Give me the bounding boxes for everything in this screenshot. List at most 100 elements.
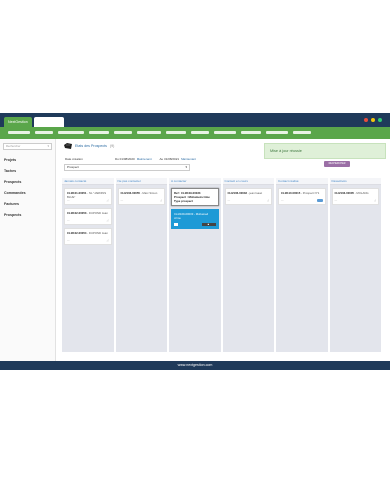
column-title: Ne pas contacter — [115, 178, 167, 185]
card-ref: CLI2103-00005 — [334, 191, 354, 195]
prospect-card-dragging[interactable]: CLI2109-00033 - Mohamed crime ■ — [171, 209, 219, 229]
prospects-icon — [64, 143, 72, 149]
prospect-card[interactable]: CLI2102-00054 - DUPOND Jean — ◿ — [64, 228, 112, 245]
sidebar-item-factures[interactable]: Factures — [0, 199, 55, 210]
close-window-dot[interactable] — [364, 118, 368, 122]
sidebar-item-commandes[interactable]: Commandes — [0, 188, 55, 199]
sidebar-search-placeholder: Rechercher — [6, 144, 21, 148]
prospect-card[interactable]: CLI2106-00033 - jean Isaac — ◿ — [224, 188, 272, 205]
menu-item-11[interactable] — [266, 131, 288, 134]
success-toast: Mise à jour réussie — [264, 143, 386, 159]
column-jamais-contacte: Jamais contacté CLI2101-00051 - NL "JARD… — [62, 178, 114, 352]
footer-bar: www.nextgestion.com — [0, 361, 390, 370]
footer-url[interactable]: www.nextgestion.com — [178, 363, 213, 367]
card-action-left[interactable] — [174, 223, 178, 226]
card-foot: — — [334, 199, 338, 202]
card-ref: CLI2106-00033 — [227, 191, 247, 195]
column-a-contacter: A contacter Ref : CLI2109-00033 Prospect… — [169, 178, 221, 352]
column-title: A contacter — [169, 178, 221, 185]
date-from-field[interactable]: Du 01/08/2020 — [115, 157, 135, 161]
type-select[interactable]: Prospect ▾ — [64, 164, 190, 171]
card-text: - Marc Simon — [139, 191, 158, 195]
column-contact-realise: Contact réalisé CLI2110-00015 - Prospect… — [276, 178, 328, 352]
card-text: - DUPOND Jean — [86, 211, 108, 215]
card-foot: — — [120, 199, 124, 202]
menu-item-4[interactable] — [89, 131, 109, 134]
card-foot: — — [227, 199, 231, 202]
card-menu-icon[interactable]: ◿ — [374, 199, 376, 202]
card-text-2: Type prospect — [174, 199, 193, 203]
status-badge — [316, 199, 323, 202]
app-tab[interactable]: NextGestion — [4, 117, 32, 127]
menu-item-12[interactable] — [293, 131, 311, 134]
card-menu-icon[interactable]: ◿ — [107, 219, 109, 222]
window-controls — [364, 118, 382, 122]
column-title: Contact en cours — [222, 178, 274, 185]
card-text: - Prospect N°1 — [300, 191, 320, 195]
card-menu-icon[interactable]: ◿ — [267, 199, 269, 202]
menu-item-9[interactable] — [214, 131, 236, 134]
date-to-field[interactable]: Au 31/08/2021 — [160, 157, 180, 161]
card-ref: CLI2102-00054 — [67, 231, 87, 235]
menu-item-8[interactable] — [191, 131, 209, 134]
sidebar: Rechercher ▾ Projets Taches Prospects Co… — [0, 139, 56, 361]
prospect-card-selected[interactable]: Ref : CLI2109-00033 Prospect : Mohamed.c… — [171, 188, 219, 206]
prospect-card[interactable]: CLI2102-00053 - DUPOND Jean — ◿ — [64, 208, 112, 225]
card-ref: CLI2103-00055 — [120, 191, 140, 195]
column-desactives: Désactivés CLI2103-00005 - MOLANG — ◿ — [329, 178, 381, 352]
sidebar-search-input[interactable]: Rechercher ▾ — [3, 143, 52, 150]
sidebar-item-prospects[interactable]: Prospects — [0, 177, 55, 188]
main-menu — [8, 131, 311, 134]
card-foot: — — [67, 199, 70, 202]
main-content: Etats des Prospects (9) Date création Du… — [57, 139, 390, 361]
card-menu-icon[interactable]: ◿ — [107, 239, 109, 242]
sidebar-item-taches[interactable]: Taches — [0, 166, 55, 177]
card-foot: — — [67, 219, 70, 222]
date-to-now-link[interactable]: Maintenant — [181, 157, 196, 161]
minimize-window-dot[interactable] — [371, 118, 375, 122]
menu-item-5[interactable] — [114, 131, 132, 134]
column-ne-pas-contacter: Ne pas contacter CLI2103-00055 - Marc Si… — [115, 178, 167, 352]
date-from-now-link[interactable]: Maintenant — [137, 157, 152, 161]
page-title: Etats des Prospects (9) — [64, 143, 114, 149]
card-text: - DUPOND Jean — [86, 231, 108, 235]
column-contact-en-cours: Contact en cours CLI2106-00033 - jean Is… — [222, 178, 274, 352]
menu-item-7[interactable] — [166, 131, 186, 134]
prospect-count: (9) — [109, 144, 115, 148]
date-filter-label: Date création — [65, 157, 83, 161]
menu-item-3[interactable] — [58, 131, 84, 134]
menu-item-6[interactable] — [137, 131, 161, 134]
column-title: Contact réalisé — [276, 178, 328, 185]
card-text: - jean Isaac — [246, 191, 263, 195]
card-menu-icon[interactable]: ◿ — [107, 199, 109, 202]
chevron-down-icon: ▾ — [185, 165, 187, 169]
search-button[interactable]: RECHERCHER — [324, 161, 350, 167]
card-foot: — — [67, 239, 70, 242]
secondary-tab[interactable] — [34, 117, 64, 127]
card-menu-icon[interactable]: ◿ — [160, 199, 162, 202]
date-filter: Date création Du 01/08/2020 Maintenant A… — [65, 157, 204, 161]
prospect-card[interactable]: CLI2101-00051 - NL "JARDINS BLUE" — ◿ — [64, 188, 112, 205]
menu-item-1[interactable] — [8, 131, 30, 134]
sidebar-item-projets[interactable]: Projets — [0, 155, 55, 166]
card-actions: ■ — [174, 223, 216, 226]
kanban-board: Jamais contacté CLI2101-00051 - NL "JARD… — [62, 178, 381, 352]
sidebar-item-prospects-2[interactable]: Prospects — [0, 210, 55, 221]
maximize-window-dot[interactable] — [378, 118, 382, 122]
card-action-button[interactable]: ■ — [201, 223, 216, 226]
card-ref: CLI2110-00015 — [281, 191, 301, 195]
prospect-card[interactable]: CLI2103-00055 - Marc Simon — ◿ — [117, 188, 165, 205]
type-select-value: Prospect — [67, 165, 79, 169]
column-title: Désactivés — [329, 178, 381, 185]
card-ref: CLI2102-00053 — [67, 211, 87, 215]
card-text: - MOLANG — [353, 191, 369, 195]
page-title-text: Etats des Prospects — [75, 144, 107, 148]
card-foot: — — [281, 199, 284, 202]
menu-item-10[interactable] — [241, 131, 261, 134]
prospect-card[interactable]: CLI2110-00015 - Prospect N°1 — — [278, 188, 326, 205]
card-ref: CLI2109-00033 - Mohamed crime — [174, 212, 209, 220]
menu-item-2[interactable] — [35, 131, 53, 134]
column-title: Jamais contacté — [62, 178, 114, 185]
prospect-card[interactable]: CLI2103-00005 - MOLANG — ◿ — [331, 188, 379, 205]
chevron-down-icon: ▾ — [47, 144, 49, 148]
